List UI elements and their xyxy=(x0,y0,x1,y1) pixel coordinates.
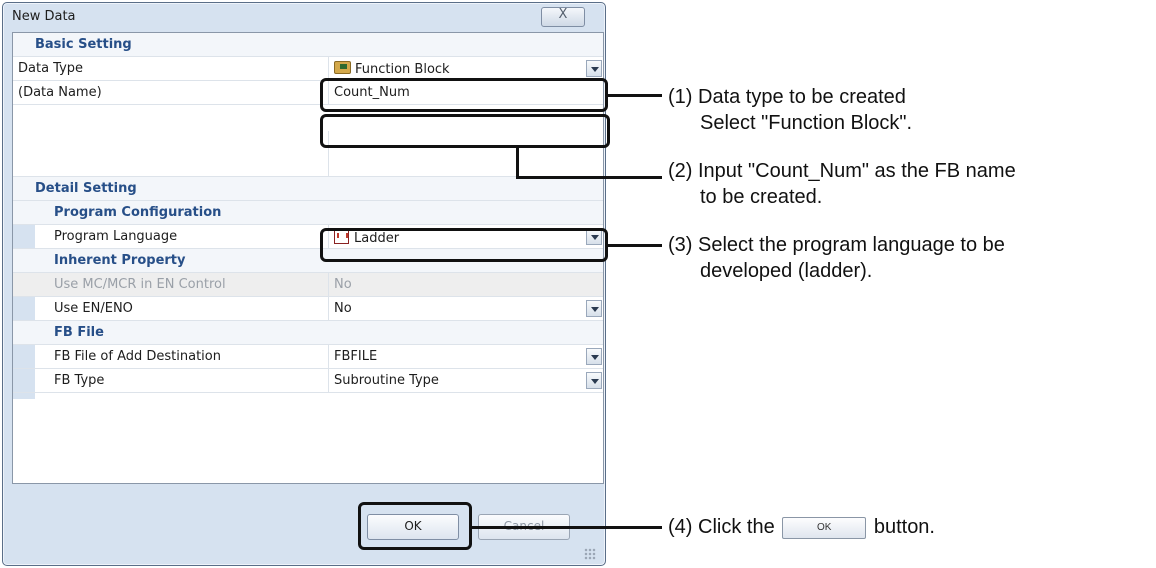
fb-type-select[interactable]: Subroutine Type xyxy=(328,369,604,392)
close-icon: X xyxy=(558,7,568,22)
fb-type-label: FB Type xyxy=(54,373,105,388)
chevron-down-icon[interactable] xyxy=(586,372,602,389)
function-block-icon xyxy=(334,61,351,74)
fb-dest-select[interactable]: FBFILE xyxy=(328,345,604,368)
annotation-3-line2: developed (ladder). xyxy=(700,260,873,282)
annotation-4-before: (4) Click the xyxy=(668,516,775,538)
fb-dest-label: FB File of Add Destination xyxy=(54,349,221,364)
annotation-3: (3) Select the program language to be de… xyxy=(668,232,1005,284)
category-label: Program Configuration xyxy=(54,205,222,220)
data-name-label: (Data Name) xyxy=(18,85,102,100)
connector-1 xyxy=(608,94,662,97)
highlight-data-name xyxy=(320,114,610,148)
row-fb-type: FB Type Subroutine Type xyxy=(13,369,603,393)
highlight-program-language xyxy=(320,228,608,262)
use-en-select[interactable]: No xyxy=(328,297,604,320)
category-program-configuration[interactable]: Program Configuration xyxy=(13,201,603,225)
use-en-value: No xyxy=(334,301,352,316)
chevron-down-icon[interactable] xyxy=(586,300,602,317)
connector-3 xyxy=(608,244,662,247)
annotation-1-line1: (1) Data type to be created xyxy=(668,86,906,108)
annotation-ok-button-image: OK xyxy=(782,516,867,539)
category-label: Detail Setting xyxy=(35,181,137,196)
highlight-ok-button xyxy=(358,502,472,550)
fb-dest-value: FBFILE xyxy=(334,349,378,364)
data-type-select[interactable]: Function Block xyxy=(328,57,604,80)
category-label: Inherent Property xyxy=(54,253,186,268)
category-basic-setting[interactable]: Basic Setting xyxy=(13,33,603,57)
dialog-title: New Data xyxy=(12,9,76,24)
title-bar: New Data X xyxy=(3,3,605,33)
use-mc-value: No xyxy=(334,277,352,292)
annotation-1-line2: Select "Function Block". xyxy=(700,112,913,134)
data-type-value-wrap: Function Block xyxy=(334,61,450,77)
annotation-2: (2) Input "Count_Num" as the FB name to … xyxy=(668,158,1016,210)
data-type-label: Data Type xyxy=(18,61,84,76)
highlight-data-type xyxy=(320,78,608,112)
row-use-mc-mcr: Use MC/MCR in EN Control No xyxy=(13,273,603,297)
fb-type-value: Subroutine Type xyxy=(334,373,439,388)
connector-2-horizontal xyxy=(516,176,662,179)
data-type-value: Function Block xyxy=(355,62,450,77)
row-use-en-eno: Use EN/ENO No xyxy=(13,297,603,321)
row-fb-file-destination: FB File of Add Destination FBFILE xyxy=(13,345,603,369)
chevron-down-icon[interactable] xyxy=(586,60,602,77)
resize-grip[interactable] xyxy=(584,548,596,560)
annotation-2-line2: to be created. xyxy=(700,186,823,208)
annotation-3-line1: (3) Select the program language to be xyxy=(668,234,1005,256)
annotation-2-line1: (2) Input "Count_Num" as the FB name xyxy=(668,160,1016,182)
use-mc-value-cell: No xyxy=(328,273,604,296)
category-label: FB File xyxy=(54,325,104,340)
annotation-4-after: button. xyxy=(873,516,935,538)
use-mc-label: Use MC/MCR in EN Control xyxy=(54,277,226,292)
category-label: Basic Setting xyxy=(35,37,132,52)
close-button[interactable]: X xyxy=(541,7,585,27)
annotation-1: (1) Data type to be created Select "Func… xyxy=(668,84,912,136)
connector-2-vertical xyxy=(516,148,519,178)
category-detail-setting[interactable]: Detail Setting xyxy=(13,177,603,201)
annotation-4: (4) Click the OK button. xyxy=(668,514,935,540)
use-en-label: Use EN/ENO xyxy=(54,301,133,316)
chevron-down-icon[interactable] xyxy=(586,348,602,365)
category-fb-file[interactable]: FB File xyxy=(13,321,603,345)
program-language-label: Program Language xyxy=(54,229,178,244)
connector-4 xyxy=(472,526,662,529)
